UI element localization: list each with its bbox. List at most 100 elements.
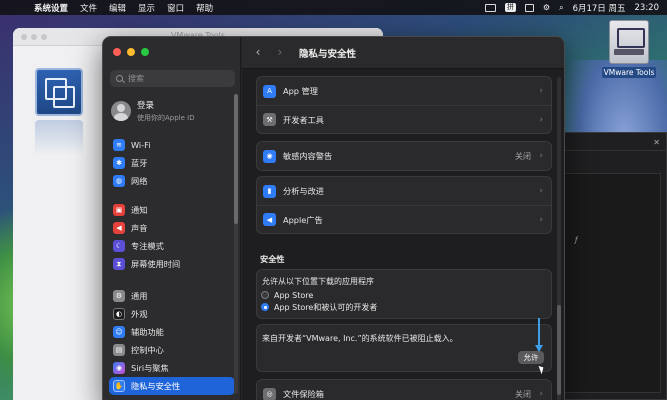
menu-bar-status: 拼 ⚙ ⌕ 6月17日 周五 23:20 [484, 0, 660, 15]
menu-window[interactable]: 窗口 [167, 2, 184, 14]
allow-downloads-label: 允许从以下位置下载的应用程序 [262, 277, 374, 286]
row-filevault[interactable]: ◎ 文件保险箱 关闭 › [257, 380, 551, 400]
chevron-right-icon: › [539, 151, 543, 161]
menu-edit[interactable]: 编辑 [109, 2, 126, 14]
search-input[interactable]: 搜索 [110, 70, 235, 87]
radio-button-selected[interactable] [261, 303, 269, 311]
chevron-right-icon: › [539, 186, 543, 196]
bluetooth-icon: ✱ [113, 157, 125, 169]
vmware-logo-reflection [35, 120, 83, 156]
date[interactable]: 6月17日 周五 [573, 2, 626, 14]
desktop-vmware-tools[interactable]: VMware Tools [596, 20, 662, 78]
vmware-logo-icon[interactable] [35, 68, 83, 116]
sidebar-item-label: 通用 [131, 291, 148, 301]
control-center-menu-icon[interactable]: ⚙ [543, 3, 550, 12]
sidebar-item-sound[interactable]: ◀ 声音 [109, 219, 235, 237]
row-label: 分析与改进 [283, 186, 324, 196]
function-symbol-icon: ƒ [575, 236, 578, 244]
row-apple-advertising[interactable]: ◀ Apple广告 › [257, 205, 551, 233]
content-pane: ‹ › 隐私与安全性 A App 管理 › ⚒ 开发者工具 › ◉ 敏感内容警告… [242, 37, 564, 400]
apple-id-account[interactable]: 登录 使用你的Apple ID [111, 97, 236, 125]
account-subtitle: 使用你的Apple ID [137, 114, 195, 122]
zoom-button[interactable] [141, 48, 149, 56]
radio-app-store-identified[interactable]: App Store和被认可的开发者 [257, 301, 551, 313]
sidebar-scrollbar[interactable] [234, 94, 238, 394]
time[interactable]: 23:20 [635, 3, 660, 13]
menu-view[interactable]: 显示 [138, 2, 155, 14]
chart-icon: ▮ [263, 184, 276, 198]
sidebar-item-notifications[interactable]: ▣ 通知 [109, 201, 235, 219]
sidebar-item-appearance[interactable]: ◐ 外观 [109, 305, 235, 323]
notification-icon: ▣ [113, 204, 125, 216]
globe-icon: ◍ [113, 175, 125, 187]
app-store-icon: A [263, 84, 276, 98]
allow-button[interactable]: 允许 [518, 351, 544, 364]
system-settings-window: 搜索 登录 使用你的Apple ID ≋ Wi-Fi ✱ 蓝牙 ◍ 网络 ▣ 通… [102, 36, 565, 400]
vmware-tools-disk-icon [609, 20, 649, 64]
hand-icon: ✋ [113, 380, 125, 392]
eye-icon: ◉ [263, 149, 276, 163]
annotation-arrow [538, 318, 540, 348]
content-scrollbar[interactable] [557, 77, 561, 400]
menu-file[interactable]: 文件 [80, 2, 97, 14]
row-label: 开发者工具 [283, 114, 324, 125]
window-controls [113, 48, 149, 56]
back-button[interactable]: ‹ [250, 44, 266, 60]
group-blocked-software: 来自开发者“VMware, Inc.”的系统软件已被阻止载入。 允许 [256, 324, 552, 372]
wifi-icon: ≋ [113, 139, 125, 151]
sidebar-item-label: 辅助功能 [131, 327, 164, 337]
sidebar-item-label: 通知 [131, 205, 148, 215]
desktop-icon-label: VMware Tools [601, 67, 657, 78]
search-menu-icon[interactable]: ⌕ [559, 3, 563, 13]
sidebar-item-focus[interactable]: ☾ 专注模式 [109, 237, 235, 255]
row-analytics[interactable]: ▮ 分析与改进 › [257, 177, 551, 205]
close-mark-icon[interactable]: ✕ [653, 138, 660, 147]
sound-icon: ◀ [113, 222, 125, 234]
group-analytics: ▮ 分析与改进 › ◀ Apple广告 › [256, 176, 552, 234]
sidebar-item-accessibility[interactable]: ☺ 辅助功能 [109, 323, 235, 341]
menu-app-name[interactable]: 系统设置 [34, 2, 68, 14]
search-placeholder: 搜索 [128, 74, 144, 83]
sidebar-item-label: Siri与聚焦 [131, 363, 169, 373]
group-app-management: A App 管理 › ⚒ 开发者工具 › [256, 76, 552, 134]
moon-icon: ☾ [113, 240, 125, 252]
battery-icon[interactable] [484, 3, 496, 12]
input-method-badge[interactable]: 拼 [504, 3, 516, 12]
page-title: 隐私与安全性 [299, 49, 357, 60]
content-toolbar: ‹ › 隐私与安全性 [242, 37, 564, 69]
row-app-management[interactable]: A App 管理 › [257, 77, 551, 105]
row-value: 关闭 [515, 151, 531, 161]
forward-button[interactable]: › [272, 44, 288, 60]
dark-window-panel [561, 173, 661, 393]
sidebar-item-general[interactable]: ⚙ 通用 [109, 287, 235, 305]
row-developer-tools[interactable]: ⚒ 开发者工具 › [257, 105, 551, 133]
chevron-right-icon: › [539, 114, 543, 125]
radio-button[interactable] [261, 291, 269, 299]
row-label: App 管理 [283, 86, 318, 96]
row-sensitive-content-warning[interactable]: ◉ 敏感内容警告 关闭 › [257, 142, 551, 170]
menu-help[interactable]: 帮助 [196, 2, 213, 14]
hammer-icon: ⚒ [263, 113, 276, 126]
sidebar-group-network: ≋ Wi-Fi ✱ 蓝牙 ◍ 网络 [109, 136, 235, 190]
close-button[interactable] [113, 48, 121, 56]
sidebar-item-wifi[interactable]: ≋ Wi-Fi [109, 136, 235, 154]
minimize-button[interactable] [127, 48, 135, 56]
radio-label: App Store和被认可的开发者 [274, 302, 378, 312]
sidebar-item-control-center[interactable]: ▤ 控制中心 [109, 341, 235, 359]
row-label: Apple广告 [283, 214, 323, 225]
sidebar-item-label: 蓝牙 [131, 158, 148, 168]
avatar [111, 101, 131, 121]
annotation-arrow-head [535, 345, 543, 352]
sidebar-group-notifications: ▣ 通知 ◀ 声音 ☾ 专注模式 ⧗ 屏幕使用时间 [109, 201, 235, 273]
sidebar-item-network[interactable]: ◍ 网络 [109, 172, 235, 190]
control-center-icon: ▤ [113, 344, 125, 356]
sidebar-group-general: ⚙ 通用 ◐ 外观 ☺ 辅助功能 ▤ 控制中心 ◉ Siri与聚焦 ✋ 隐私与安… [109, 287, 235, 395]
sidebar-item-privacy-security[interactable]: ✋ 隐私与安全性 [109, 377, 235, 395]
sidebar-item-label: 外观 [131, 309, 148, 319]
sidebar-item-screen-time[interactable]: ⧗ 屏幕使用时间 [109, 255, 235, 273]
radio-app-store[interactable]: App Store [257, 289, 551, 301]
sidebar-item-bluetooth[interactable]: ✱ 蓝牙 [109, 154, 235, 172]
screen-mirroring-icon[interactable] [524, 3, 534, 12]
appearance-icon: ◐ [113, 308, 125, 320]
sidebar-item-siri[interactable]: ◉ Siri与聚焦 [109, 359, 235, 377]
